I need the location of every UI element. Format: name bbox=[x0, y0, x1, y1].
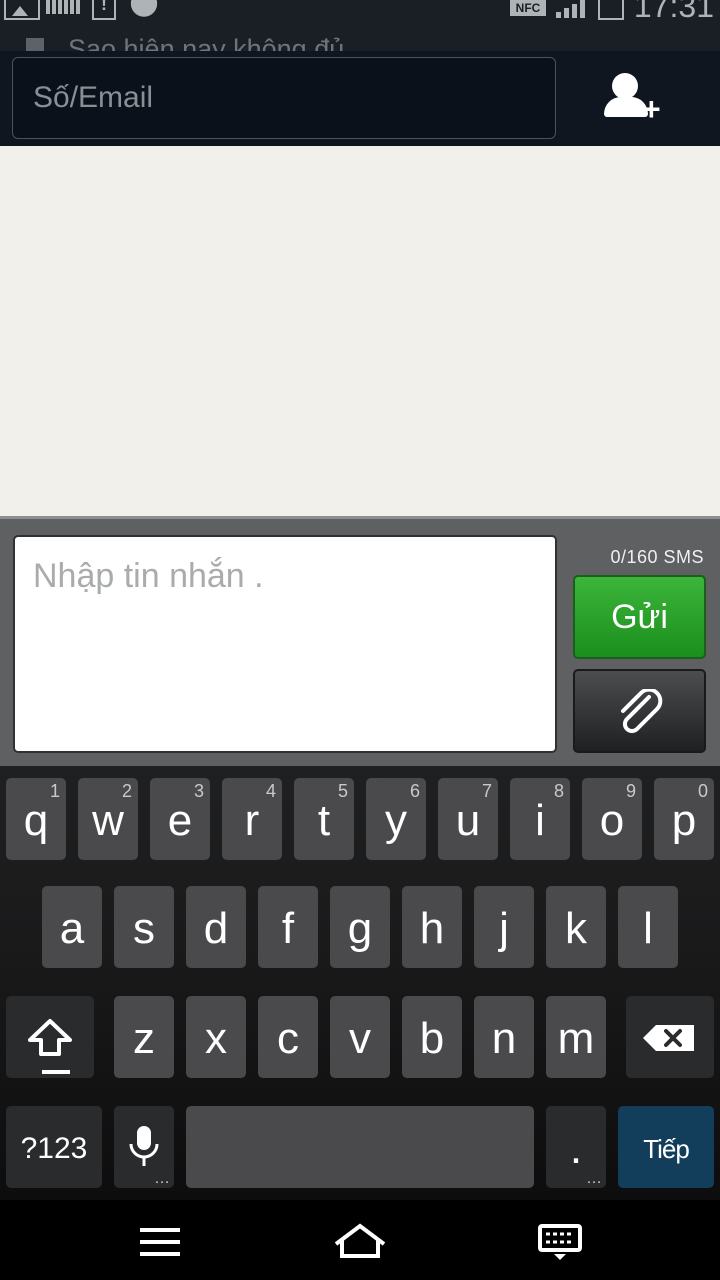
attach-button[interactable] bbox=[573, 669, 706, 753]
home-icon[interactable] bbox=[330, 1222, 390, 1262]
character-counter: 0/160 SMS bbox=[610, 547, 704, 567]
key-p[interactable]: 0p bbox=[654, 778, 714, 860]
key-f[interactable]: f bbox=[258, 886, 318, 968]
key-b[interactable]: b bbox=[402, 996, 462, 1078]
recipient-input[interactable] bbox=[12, 57, 556, 139]
symbols-key[interactable]: ?123 bbox=[6, 1106, 102, 1188]
key-n[interactable]: n bbox=[474, 996, 534, 1078]
keyboard-switch-icon[interactable] bbox=[530, 1222, 590, 1262]
nfc-icon: NFC bbox=[510, 0, 546, 16]
period-key[interactable]: . … bbox=[546, 1106, 606, 1188]
message-placeholder: Nhập tin nhắn . bbox=[33, 557, 264, 595]
voice-key[interactable]: … bbox=[114, 1106, 174, 1188]
key-y[interactable]: 6y bbox=[366, 778, 426, 860]
next-key[interactable]: Tiếp theo bbox=[618, 1106, 714, 1250]
key-l[interactable]: l bbox=[618, 886, 678, 968]
keyboard-icon bbox=[46, 0, 80, 14]
send-button[interactable]: Gửi bbox=[573, 575, 706, 659]
photo-icon bbox=[4, 0, 40, 20]
paperclip-icon bbox=[621, 689, 663, 734]
notification-ticker: Sao hiện nay không đủ bbox=[0, 26, 720, 51]
key-m[interactable]: m bbox=[546, 996, 606, 1078]
shift-icon bbox=[28, 1019, 72, 1056]
space-key[interactable] bbox=[186, 1106, 534, 1188]
key-t[interactable]: 5t bbox=[294, 778, 354, 860]
key-e[interactable]: 3e bbox=[150, 778, 210, 860]
key-s[interactable]: s bbox=[114, 886, 174, 968]
conversation-area bbox=[0, 146, 720, 516]
key-u[interactable]: 7u bbox=[438, 778, 498, 860]
key-c[interactable]: c bbox=[258, 996, 318, 1078]
key-j[interactable]: j bbox=[474, 886, 534, 968]
recipient-header: + bbox=[0, 51, 720, 146]
clipboard-icon bbox=[26, 38, 44, 51]
key-k[interactable]: k bbox=[546, 886, 606, 968]
menu-icon[interactable] bbox=[130, 1222, 190, 1262]
signal-icon bbox=[556, 0, 586, 20]
shift-key[interactable] bbox=[6, 996, 94, 1078]
key-g[interactable]: g bbox=[330, 886, 390, 968]
key-a[interactable]: a bbox=[42, 886, 102, 968]
backspace-key[interactable] bbox=[626, 996, 714, 1078]
key-r[interactable]: 4r bbox=[222, 778, 282, 860]
clock: 17:31 bbox=[633, 0, 714, 24]
message-input[interactable]: Nhập tin nhắn . bbox=[13, 535, 557, 753]
key-d[interactable]: d bbox=[186, 886, 246, 968]
keyboard: 1q 2w 3e 4r 5t 6y 7u 8i 9o 0p a s d f g … bbox=[0, 766, 720, 1250]
key-o[interactable]: 9o bbox=[582, 778, 642, 860]
key-v[interactable]: v bbox=[330, 996, 390, 1078]
ticker-text: Sao hiện nay không đủ bbox=[68, 34, 345, 51]
status-bar: NFC 17:31 bbox=[0, 0, 720, 26]
alert-icon bbox=[92, 0, 116, 20]
key-x[interactable]: x bbox=[186, 996, 246, 1078]
compose-bar: Nhập tin nhắn . 0/160 SMS Gửi bbox=[0, 516, 720, 766]
navigation-bar bbox=[0, 1200, 720, 1280]
add-contact-icon[interactable]: + bbox=[600, 69, 670, 129]
key-q[interactable]: 1q bbox=[6, 778, 66, 860]
key-z[interactable]: z bbox=[114, 996, 174, 1078]
battery-icon bbox=[598, 0, 624, 20]
backspace-icon bbox=[643, 1025, 694, 1051]
key-i[interactable]: 8i bbox=[510, 778, 570, 860]
bug-icon bbox=[128, 0, 160, 18]
key-h[interactable]: h bbox=[402, 886, 462, 968]
key-w[interactable]: 2w bbox=[78, 778, 138, 860]
